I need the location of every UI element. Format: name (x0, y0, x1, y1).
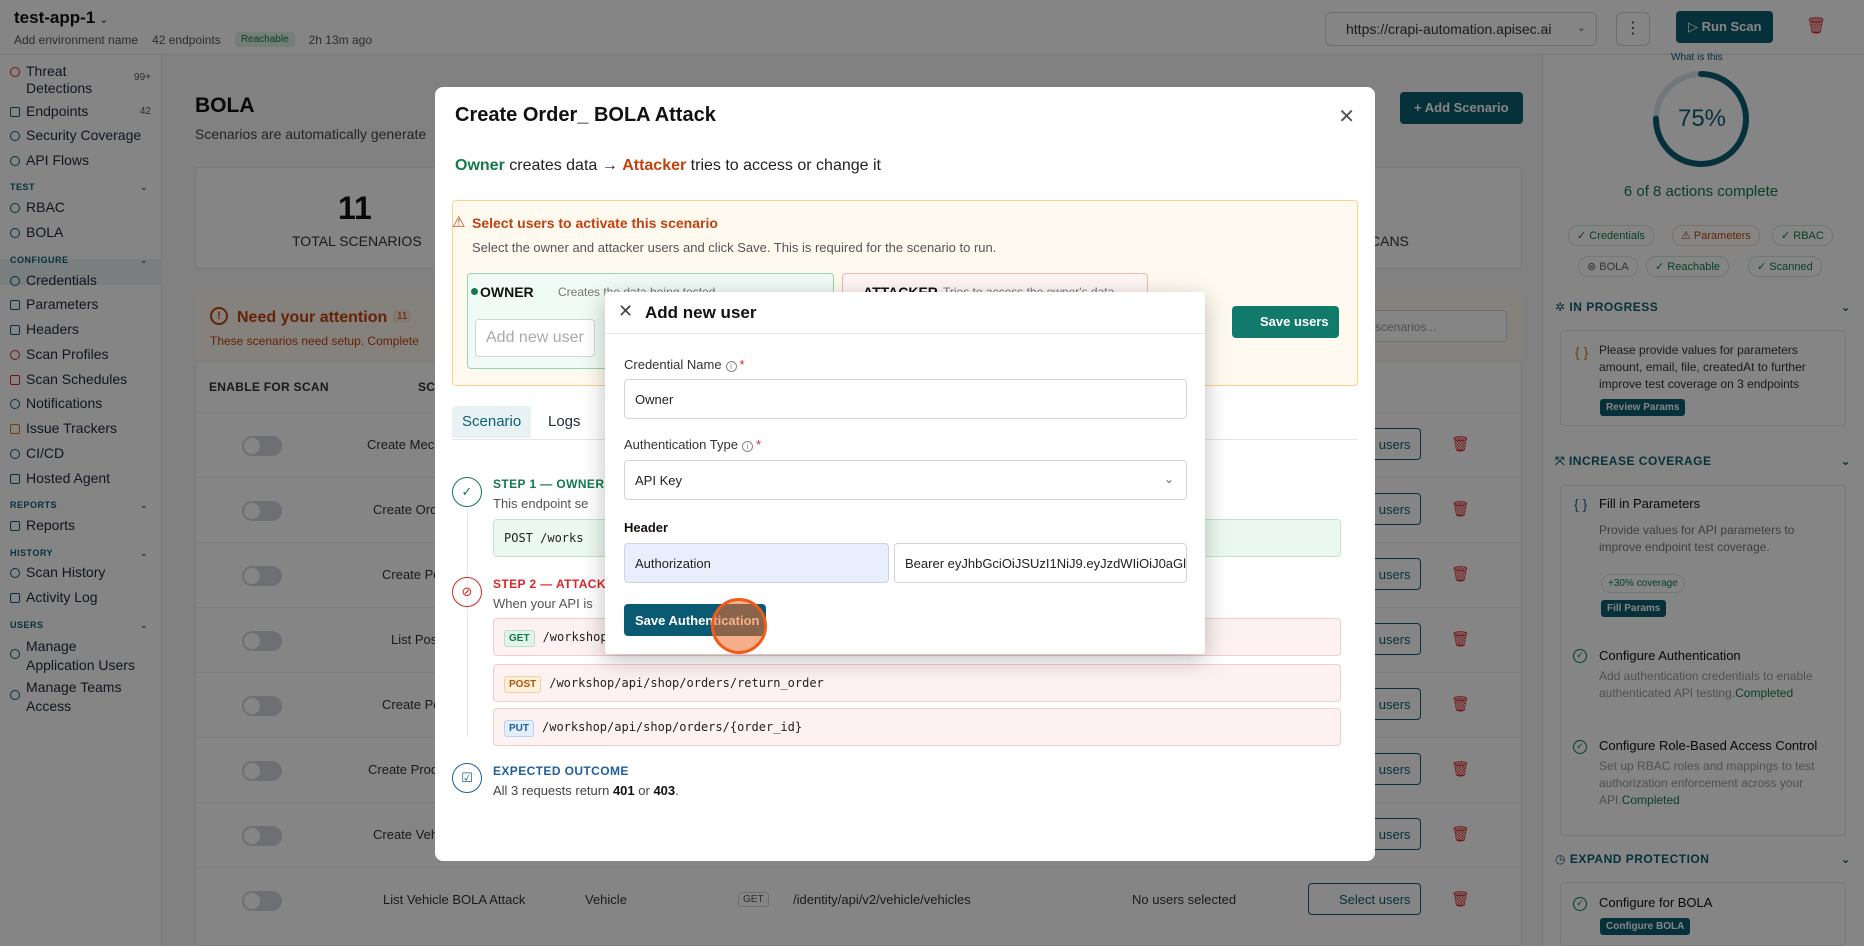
required-marker: * (755, 437, 762, 452)
credential-name-label: Credential Name i * (624, 357, 745, 372)
attacker-word: Attacker (622, 157, 687, 174)
step1-title: STEP 1 — OWNER (493, 477, 605, 491)
header-value-input[interactable]: Bearer eyJhbGciOiJSUzI1NiJ9.eyJzdWIiOiJ0… (894, 543, 1187, 583)
close-icon[interactable]: ✕ (618, 301, 633, 322)
dialog-title: Add new user (645, 303, 757, 322)
save-users-label: Save users (1260, 314, 1329, 329)
auth-type-value: API Key (635, 473, 682, 488)
outcome-end: . (675, 783, 679, 798)
shield-check-icon: ✓ (452, 477, 482, 507)
method-badge: POST (504, 676, 542, 693)
warning-subtitle: Select the owner and attacker users and … (472, 240, 997, 255)
step2-title: STEP 2 — ATTACK (493, 577, 606, 591)
outcome-text: All 3 requests return 401 or 403. (493, 783, 679, 798)
add-user-dialog: ✕ Add new user Credential Name i * Owner A… (605, 292, 1205, 654)
modal-subtitle: Owner creates data → Attacker tries to a… (455, 157, 881, 175)
owner-word: Owner (455, 157, 505, 174)
close-icon[interactable]: ✕ (1338, 104, 1355, 129)
save-users-button[interactable]: Save users (1232, 306, 1339, 338)
endpoint-path: /workshop/api/shop/orders/return_order (549, 676, 824, 690)
sub-end: tries to access or change it (686, 157, 881, 174)
warning-icon: ⚠ (452, 214, 466, 231)
status-403: 403 (653, 783, 676, 798)
owner-label: OWNER (480, 284, 534, 300)
step1-desc: This endpoint se (493, 496, 589, 511)
method-badge: PUT (504, 720, 534, 737)
tab-scenario[interactable]: Scenario (452, 406, 532, 438)
tab-logs[interactable]: Logs (538, 406, 591, 438)
header-label: Header (624, 520, 669, 535)
auth-type-label: Authentication Type i * (624, 437, 761, 452)
dialog-header: ✕ Add new user (605, 292, 1205, 334)
info-icon[interactable]: i (741, 441, 753, 452)
check-square-icon: ☑ (452, 763, 482, 793)
status-401: 401 (612, 783, 635, 798)
sub-mid: creates data → (504, 157, 623, 174)
label-text: Credential Name (624, 357, 722, 372)
owner-dot-icon (471, 288, 478, 295)
label-text: Authentication Type (624, 437, 738, 452)
required-marker: * (739, 357, 745, 372)
owner-user-input[interactable]: Add new user (475, 319, 595, 357)
shield-off-icon: ⊘ (452, 577, 482, 607)
attack-endpoint: PUT/workshop/api/shop/orders/{order_id} (493, 708, 1341, 746)
outcome-pre: All 3 requests return (493, 783, 613, 798)
credential-name-input[interactable]: Owner (624, 379, 1187, 419)
outcome-title: EXPECTED OUTCOME (493, 764, 629, 778)
warning-title: Select users to activate this scenario (472, 215, 718, 231)
chevron-down-icon: ⌄ (1163, 472, 1174, 486)
step-connector (467, 507, 468, 737)
header-key-input[interactable]: Authorization (624, 543, 889, 583)
step2-desc: When your API is (493, 596, 593, 611)
modal-title: Create Order_ BOLA Attack (455, 104, 716, 126)
method-badge: GET (504, 630, 535, 647)
endpoint-path: /workshop/api/shop/orders/{order_id} (542, 720, 803, 734)
auth-type-select[interactable]: API Key ⌄ (624, 460, 1187, 500)
outcome-mid: or (634, 783, 654, 798)
click-indicator (711, 598, 767, 654)
info-icon[interactable]: i (725, 361, 737, 372)
attack-endpoint: POST/workshop/api/shop/orders/return_ord… (493, 664, 1341, 702)
